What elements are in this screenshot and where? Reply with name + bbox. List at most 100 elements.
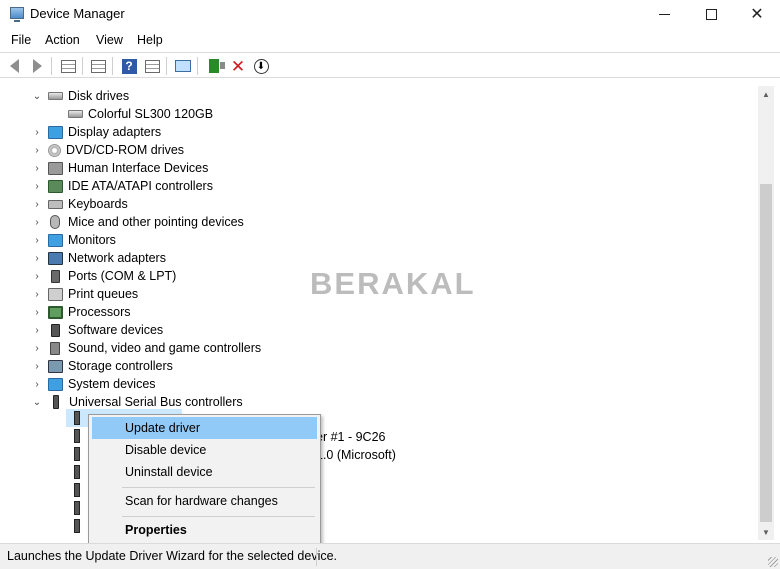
update-driver-icon xyxy=(209,59,225,73)
toolbar: ? ✕ ⬇ xyxy=(0,52,780,78)
usb-icon xyxy=(53,395,59,409)
forward-button[interactable] xyxy=(27,56,47,76)
expand-chevron-icon[interactable]: › xyxy=(32,343,42,354)
tree-item-label: Software devices xyxy=(68,323,164,337)
download-icon: ⬇ xyxy=(253,58,269,74)
usb-device-icon xyxy=(74,483,80,497)
tree-item-ide-controllers[interactable]: IDE ATA/ATAPI controllers xyxy=(48,177,213,195)
monitor-icon xyxy=(48,233,63,247)
expand-chevron-icon[interactable]: › xyxy=(32,289,42,300)
expand-chevron-icon[interactable]: › xyxy=(32,325,42,336)
show-hide-console-tree-button[interactable] xyxy=(58,56,78,76)
tree-item-label: Display adapters xyxy=(68,125,162,139)
scroll-up-icon[interactable]: ▲ xyxy=(758,86,774,102)
tree-item-storage-controllers[interactable]: Storage controllers xyxy=(48,357,173,375)
vertical-scrollbar[interactable]: ▲ ▼ xyxy=(758,86,774,540)
tree-item-label: Monitors xyxy=(68,233,116,247)
port-icon xyxy=(51,269,60,283)
display-adapter-icon xyxy=(48,125,63,139)
uninstall-device-button[interactable]: ✕ xyxy=(228,56,248,76)
tree-item-display-adapters[interactable]: Display adapters xyxy=(48,123,161,141)
menu-item-properties[interactable]: Properties xyxy=(92,519,317,541)
expand-chevron-icon[interactable]: › xyxy=(32,217,42,228)
tree-item-mice[interactable]: Mice and other pointing devices xyxy=(48,213,244,231)
tree-item-dvd-drives[interactable]: DVD/CD-ROM drives xyxy=(48,141,184,159)
tree-item-label: IDE ATA/ATAPI controllers xyxy=(68,179,213,193)
resize-grip-icon[interactable] xyxy=(768,557,778,567)
update-driver-button[interactable] xyxy=(204,56,225,76)
dvd-drive-icon xyxy=(48,143,61,157)
tree-item-system-devices[interactable]: System devices xyxy=(48,375,156,393)
menu-separator xyxy=(122,487,315,488)
tree-item-label: DVD/CD-ROM drives xyxy=(66,143,185,157)
expand-chevron-icon[interactable]: › xyxy=(32,235,42,246)
properties-button[interactable] xyxy=(88,56,108,76)
watermark: BERAKAL xyxy=(310,266,476,301)
tree-item-label: Mice and other pointing devices xyxy=(68,215,244,229)
menu-view[interactable]: View xyxy=(96,33,123,47)
disk-drive-icon xyxy=(48,92,63,100)
menu-help[interactable]: Help xyxy=(137,33,163,47)
menu-item-scan-hardware[interactable]: Scan for hardware changes xyxy=(92,490,317,512)
expand-chevron-icon[interactable]: › xyxy=(32,163,42,174)
tree-item-monitors[interactable]: Monitors xyxy=(48,231,116,249)
tree-item-hid[interactable]: Human Interface Devices xyxy=(48,159,208,177)
software-device-icon xyxy=(51,323,60,337)
tree-item-ports[interactable]: Ports (COM & LPT) xyxy=(48,267,176,285)
menu-action[interactable]: Action xyxy=(45,33,80,47)
menu-item-update-driver[interactable]: Update driver xyxy=(92,417,317,439)
expand-chevron-icon[interactable]: › xyxy=(32,199,42,210)
tree-item-label: Network adapters xyxy=(68,251,166,265)
tree-item-colorful-ssd[interactable]: Colorful SL300 120GB xyxy=(68,105,213,123)
storage-controller-icon xyxy=(48,359,63,373)
menu-file[interactable]: File xyxy=(11,33,31,47)
disable-device-button[interactable]: ⬇ xyxy=(251,56,271,76)
device-manager-icon xyxy=(10,7,24,22)
expand-chevron-icon[interactable]: › xyxy=(32,361,42,372)
tree-item-processors[interactable]: Processors xyxy=(48,303,131,321)
maximize-button[interactable] xyxy=(688,0,734,28)
status-bar: Launches the Update Driver Wizard for th… xyxy=(0,543,780,569)
expand-chevron-icon[interactable]: › xyxy=(32,145,42,156)
window-title: Device Manager xyxy=(30,6,125,21)
close-icon: ✕ xyxy=(750,6,764,23)
scroll-down-icon[interactable]: ▼ xyxy=(758,524,774,540)
tree-item-print-queues[interactable]: Print queues xyxy=(48,285,138,303)
tree-item-network-adapters[interactable]: Network adapters xyxy=(48,249,166,267)
expand-chevron-icon[interactable]: › xyxy=(32,379,42,390)
expand-chevron-icon[interactable]: › xyxy=(32,307,42,318)
tree-item-sound-controllers[interactable]: Sound, video and game controllers xyxy=(48,339,261,357)
toolbar-divider xyxy=(197,57,198,75)
usb-device-icon xyxy=(74,465,80,479)
close-button[interactable]: ✕ xyxy=(734,0,780,28)
help-button[interactable]: ? xyxy=(119,56,139,76)
expand-chevron-icon[interactable]: › xyxy=(32,181,42,192)
menu-item-disable-device[interactable]: Disable device xyxy=(92,439,317,461)
tree-item-label: Keyboards xyxy=(68,197,128,211)
scan-hardware-button[interactable] xyxy=(173,56,193,76)
action-pane-button[interactable] xyxy=(142,56,162,76)
usb-device-label-partial[interactable]: er #1 - 9C26 xyxy=(316,430,385,444)
uninstall-icon: ✕ xyxy=(230,56,246,76)
menu-bar: File Action View Help xyxy=(0,29,780,51)
tree-item-label: Universal Serial Bus controllers xyxy=(69,395,243,409)
collapse-chevron-icon[interactable]: ⌄ xyxy=(32,91,42,102)
collapse-chevron-icon[interactable]: ⌄ xyxy=(32,397,42,408)
back-button[interactable] xyxy=(4,56,24,76)
status-divider xyxy=(316,548,317,566)
menu-item-uninstall-device[interactable]: Uninstall device xyxy=(92,461,317,483)
tree-item-keyboards[interactable]: Keyboards xyxy=(48,195,128,213)
speaker-icon xyxy=(50,341,60,355)
processor-icon xyxy=(48,305,63,319)
expand-chevron-icon[interactable]: › xyxy=(32,127,42,138)
tree-item-disk-drives[interactable]: Disk drives xyxy=(48,87,129,105)
expand-chevron-icon[interactable]: › xyxy=(32,253,42,264)
usb-device-label-partial[interactable]: 1.0 (Microsoft) xyxy=(316,448,396,462)
minimize-button[interactable] xyxy=(641,0,687,28)
tree-item-label: Sound, video and game controllers xyxy=(68,341,262,355)
usb-device-icon xyxy=(74,447,80,461)
usb-device-icon xyxy=(74,501,80,515)
scrollbar-thumb[interactable] xyxy=(760,184,772,522)
expand-chevron-icon[interactable]: › xyxy=(32,271,42,282)
tree-item-software-devices[interactable]: Software devices xyxy=(48,321,163,339)
